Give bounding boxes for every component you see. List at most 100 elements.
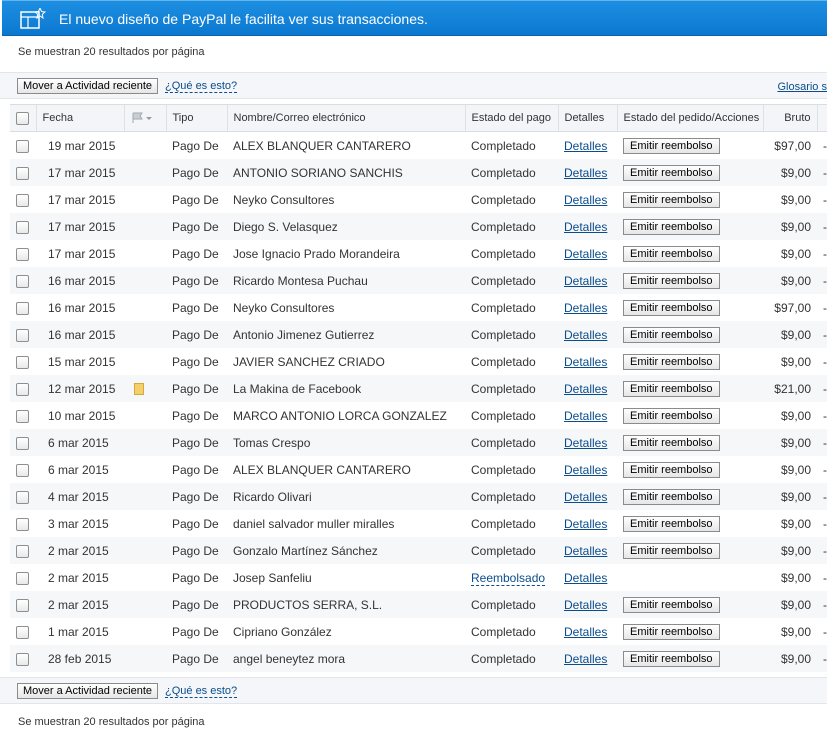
payment-status: Completado [471,462,536,477]
table-row: 1 mar 2015 Pago De Cipriano González Comple… [10,618,827,645]
refund-button[interactable]: Emitir reembolso [623,596,720,613]
details-link[interactable]: Detalles [564,382,607,396]
details-link[interactable]: Detalles [564,166,607,180]
refund-button[interactable]: Emitir reembolso [623,272,720,289]
details-link[interactable]: Detalles [564,247,607,261]
type-cell: Pago De [172,192,219,207]
action-cell: Emitir reembolso [617,348,763,375]
row-checkbox[interactable] [16,193,29,207]
extra-cell: - [817,537,827,564]
details-link[interactable]: Detalles [564,328,607,342]
refund-button[interactable]: Emitir reembolso [623,326,720,343]
col-type[interactable]: Tipo [166,104,228,132]
refund-button[interactable]: Emitir reembolso [623,380,720,397]
refund-button[interactable]: Emitir reembolso [623,650,720,667]
details-link[interactable]: Detalles [564,598,607,612]
move-to-recent-button[interactable]: Mover a Actividad reciente [17,78,159,94]
row-checkbox-cell [10,483,36,510]
refund-button[interactable]: Emitir reembolso [623,353,720,370]
details-link[interactable]: Detalles [564,274,607,288]
refund-button[interactable]: Emitir reembolso [623,542,720,559]
details-link[interactable]: Detalles [564,220,607,234]
row-checkbox[interactable] [16,139,29,153]
what-is-this-link-bottom[interactable]: ¿Qué es esto? [165,685,238,698]
date-cell: 28 feb 2015 [36,645,124,672]
refund-button[interactable]: Emitir reembolso [623,461,720,478]
row-checkbox[interactable] [16,409,29,423]
refund-button[interactable]: Emitir reembolso [623,218,720,235]
refund-button[interactable]: Emitir reembolso [623,137,720,154]
row-checkbox[interactable] [16,517,29,531]
details-link[interactable]: Detalles [564,571,607,585]
refund-button[interactable]: Emitir reembolso [623,299,720,316]
col-name[interactable]: Nombre/Correo electrónico [227,104,466,132]
row-checkbox[interactable] [16,328,29,342]
details-link[interactable]: Detalles [564,409,607,423]
details-link[interactable]: Detalles [564,355,607,369]
details-link[interactable]: Detalles [564,193,607,207]
details-link[interactable]: Detalles [564,517,607,531]
payment-status: Completado [471,354,536,369]
row-checkbox[interactable] [16,274,29,288]
status-cell: Completado [465,159,558,186]
details-link[interactable]: Detalles [564,490,607,504]
name-cell: Jose Ignacio Prado Morandeira [233,246,400,261]
col-flag[interactable] [124,104,167,132]
date-cell: 17 mar 2015 [48,192,116,207]
action-cell: Emitir reembolso [617,456,763,483]
details-link[interactable]: Detalles [564,544,607,558]
gross-cell: $9,00 [780,516,811,531]
details-link[interactable]: Detalles [564,652,607,666]
refund-button[interactable]: Emitir reembolso [623,191,720,208]
action-cell: Emitir reembolso [617,402,763,429]
details-cell: Detalles [558,402,617,429]
note-cell [124,240,166,267]
gross-cell: $9,00 [780,408,811,423]
row-checkbox[interactable] [16,490,29,504]
details-link[interactable]: Detalles [564,436,607,450]
gross-cell: $9,00 [780,462,811,477]
type-cell: Pago De [166,267,227,294]
row-checkbox[interactable] [16,301,29,315]
row-checkbox[interactable] [16,355,29,369]
status-cell: Completado [465,645,558,672]
refund-button[interactable]: Emitir reembolso [623,434,720,451]
move-to-recent-button-bottom[interactable]: Mover a Actividad reciente [17,683,159,699]
flag-filter-icon[interactable] [131,112,155,124]
row-checkbox[interactable] [16,382,29,396]
col-status[interactable]: Estado del pago [465,104,559,132]
details-link[interactable]: Detalles [564,301,607,315]
note-icon[interactable] [134,383,144,396]
row-checkbox[interactable] [16,220,29,234]
type-cell: Pago De [172,516,219,531]
payment-status: Completado [471,165,536,180]
gross-cell: $9,00 [763,645,817,672]
details-link[interactable]: Detalles [564,463,607,477]
details-link[interactable]: Detalles [564,625,607,639]
note-cell [124,321,166,348]
refund-button[interactable]: Emitir reembolso [623,407,720,424]
row-checkbox[interactable] [16,571,29,585]
row-checkbox[interactable] [16,598,29,612]
details-link[interactable]: Detalles [564,139,607,153]
table-row: 2 mar 2015 Pago De Gonzalo Martínez Sánche… [10,537,827,564]
row-checkbox[interactable] [16,436,29,450]
payment-status-link[interactable]: Reembolsado [471,570,546,586]
glossary-link[interactable]: Glosario s [777,81,827,93]
row-checkbox[interactable] [16,625,29,639]
refund-button[interactable]: Emitir reembolso [623,623,720,640]
refund-button[interactable]: Emitir reembolso [623,488,720,505]
row-checkbox[interactable] [16,544,29,558]
what-is-this-link[interactable]: ¿Qué es esto? [165,80,238,93]
row-checkbox[interactable] [16,247,29,261]
refund-button[interactable]: Emitir reembolso [623,164,720,181]
row-checkbox[interactable] [16,652,29,666]
col-gross[interactable]: Bruto [763,104,818,132]
refund-button[interactable]: Emitir reembolso [623,245,720,262]
refund-button[interactable]: Emitir reembolso [623,515,720,532]
details-cell: Detalles [558,240,617,267]
col-date[interactable]: Fecha [36,104,125,132]
select-all-checkbox[interactable] [16,111,29,125]
row-checkbox[interactable] [16,166,29,180]
row-checkbox[interactable] [16,463,29,477]
